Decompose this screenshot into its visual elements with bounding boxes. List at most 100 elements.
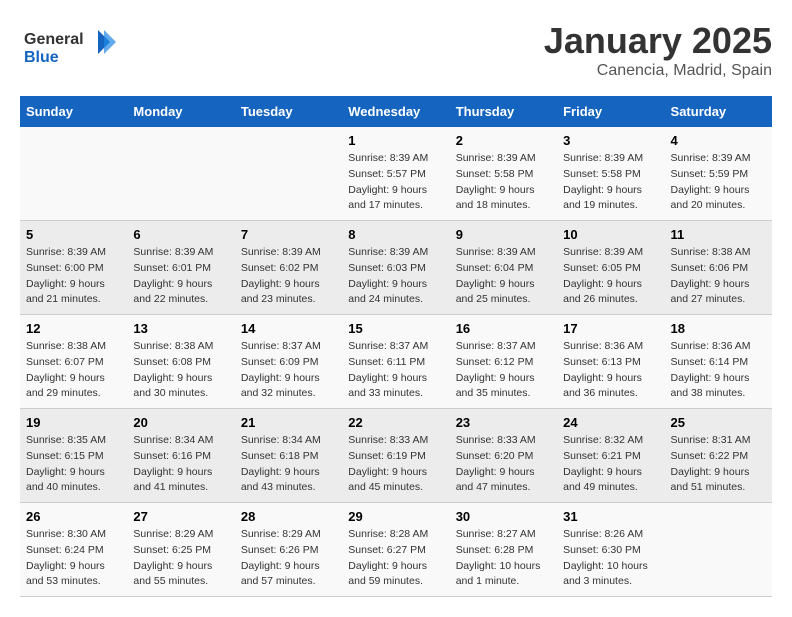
svg-text:General: General — [24, 31, 84, 48]
day-detail: Sunrise: 8:37 AM Sunset: 6:09 PM Dayligh… — [241, 339, 336, 402]
calendar-title-area: January 2025 Canencia, Madrid, Spain — [544, 20, 772, 80]
weekday-header-friday: Friday — [557, 96, 664, 127]
location-title: Canencia, Madrid, Spain — [544, 62, 772, 80]
day-detail: Sunrise: 8:34 AM Sunset: 6:16 PM Dayligh… — [133, 433, 228, 496]
day-number: 14 — [241, 321, 336, 336]
day-detail: Sunrise: 8:32 AM Sunset: 6:21 PM Dayligh… — [563, 433, 658, 496]
day-number: 6 — [133, 227, 228, 242]
calendar-cell: 27 Sunrise: 8:29 AM Sunset: 6:25 PM Dayli… — [127, 503, 234, 597]
calendar-cell: 10 Sunrise: 8:39 AM Sunset: 6:05 PM Dayli… — [557, 221, 664, 315]
calendar-cell: 17 Sunrise: 8:36 AM Sunset: 6:13 PM Dayli… — [557, 315, 664, 409]
day-number: 30 — [456, 509, 551, 524]
calendar-cell — [665, 503, 772, 597]
day-number: 22 — [348, 415, 443, 430]
calendar-cell: 4 Sunrise: 8:39 AM Sunset: 5:59 PM Daylig… — [665, 127, 772, 221]
calendar-cell: 5 Sunrise: 8:39 AM Sunset: 6:00 PM Daylig… — [20, 221, 127, 315]
day-detail: Sunrise: 8:28 AM Sunset: 6:27 PM Dayligh… — [348, 527, 443, 590]
svg-text:Blue: Blue — [24, 49, 59, 66]
day-detail: Sunrise: 8:38 AM Sunset: 6:07 PM Dayligh… — [26, 339, 121, 402]
day-number: 26 — [26, 509, 121, 524]
day-detail: Sunrise: 8:29 AM Sunset: 6:26 PM Dayligh… — [241, 527, 336, 590]
day-number: 31 — [563, 509, 658, 524]
calendar-cell: 2 Sunrise: 8:39 AM Sunset: 5:58 PM Daylig… — [450, 127, 557, 221]
day-detail: Sunrise: 8:30 AM Sunset: 6:24 PM Dayligh… — [26, 527, 121, 590]
logo: General Blue — [20, 20, 120, 75]
day-detail: Sunrise: 8:39 AM Sunset: 6:00 PM Dayligh… — [26, 245, 121, 308]
day-number: 27 — [133, 509, 228, 524]
calendar-cell: 1Sunrise: 8:39 AM Sunset: 5:57 PM Daylig… — [342, 127, 449, 221]
day-number: 18 — [671, 321, 766, 336]
calendar-cell: 21 Sunrise: 8:34 AM Sunset: 6:18 PM Dayli… — [235, 409, 342, 503]
calendar-cell: 16 Sunrise: 8:37 AM Sunset: 6:12 PM Dayli… — [450, 315, 557, 409]
day-number: 20 — [133, 415, 228, 430]
calendar-cell: 31 Sunrise: 8:26 AM Sunset: 6:30 PM Dayli… — [557, 503, 664, 597]
day-detail: Sunrise: 8:39 AM Sunset: 5:57 PM Dayligh… — [348, 151, 443, 214]
day-detail: Sunrise: 8:33 AM Sunset: 6:20 PM Dayligh… — [456, 433, 551, 496]
day-number: 12 — [26, 321, 121, 336]
day-detail: Sunrise: 8:37 AM Sunset: 6:12 PM Dayligh… — [456, 339, 551, 402]
weekday-header-wednesday: Wednesday — [342, 96, 449, 127]
calendar-cell: 14 Sunrise: 8:37 AM Sunset: 6:09 PM Dayli… — [235, 315, 342, 409]
day-number: 7 — [241, 227, 336, 242]
calendar-cell: 30Sunrise: 8:27 AM Sunset: 6:28 PM Dayli… — [450, 503, 557, 597]
day-number: 8 — [348, 227, 443, 242]
day-number: 19 — [26, 415, 121, 430]
calendar-cell: 25 Sunrise: 8:31 AM Sunset: 6:22 PM Dayli… — [665, 409, 772, 503]
day-detail: Sunrise: 8:26 AM Sunset: 6:30 PM Dayligh… — [563, 527, 658, 590]
calendar-week-row: 5 Sunrise: 8:39 AM Sunset: 6:00 PM Daylig… — [20, 221, 772, 315]
logo-icon: General Blue — [20, 20, 120, 70]
day-number: 2 — [456, 133, 551, 148]
day-number: 28 — [241, 509, 336, 524]
month-title: January 2025 — [544, 20, 772, 62]
calendar-cell: 28 Sunrise: 8:29 AM Sunset: 6:26 PM Dayli… — [235, 503, 342, 597]
calendar-cell: 15Sunrise: 8:37 AM Sunset: 6:11 PM Dayli… — [342, 315, 449, 409]
day-detail: Sunrise: 8:39 AM Sunset: 6:03 PM Dayligh… — [348, 245, 443, 308]
day-number: 10 — [563, 227, 658, 242]
weekday-header-sunday: Sunday — [20, 96, 127, 127]
calendar-week-row: 19Sunrise: 8:35 AM Sunset: 6:15 PM Dayli… — [20, 409, 772, 503]
day-detail: Sunrise: 8:39 AM Sunset: 5:58 PM Dayligh… — [563, 151, 658, 214]
day-detail: Sunrise: 8:33 AM Sunset: 6:19 PM Dayligh… — [348, 433, 443, 496]
day-detail: Sunrise: 8:39 AM Sunset: 6:05 PM Dayligh… — [563, 245, 658, 308]
calendar-cell: 26 Sunrise: 8:30 AM Sunset: 6:24 PM Dayli… — [20, 503, 127, 597]
calendar-cell — [20, 127, 127, 221]
day-number: 5 — [26, 227, 121, 242]
day-number: 15 — [348, 321, 443, 336]
day-detail: Sunrise: 8:34 AM Sunset: 6:18 PM Dayligh… — [241, 433, 336, 496]
day-number: 11 — [671, 227, 766, 242]
day-detail: Sunrise: 8:38 AM Sunset: 6:06 PM Dayligh… — [671, 245, 766, 308]
calendar-week-row: 12 Sunrise: 8:38 AM Sunset: 6:07 PM Dayli… — [20, 315, 772, 409]
calendar-cell: 19Sunrise: 8:35 AM Sunset: 6:15 PM Dayli… — [20, 409, 127, 503]
calendar-cell: 20 Sunrise: 8:34 AM Sunset: 6:16 PM Dayli… — [127, 409, 234, 503]
weekday-header-thursday: Thursday — [450, 96, 557, 127]
day-detail: Sunrise: 8:39 AM Sunset: 6:04 PM Dayligh… — [456, 245, 551, 308]
calendar-cell: 9 Sunrise: 8:39 AM Sunset: 6:04 PM Daylig… — [450, 221, 557, 315]
day-number: 29 — [348, 509, 443, 524]
day-detail: Sunrise: 8:39 AM Sunset: 5:59 PM Dayligh… — [671, 151, 766, 214]
calendar-cell: 24Sunrise: 8:32 AM Sunset: 6:21 PM Dayli… — [557, 409, 664, 503]
weekday-header-tuesday: Tuesday — [235, 96, 342, 127]
day-number: 4 — [671, 133, 766, 148]
day-number: 21 — [241, 415, 336, 430]
day-number: 3 — [563, 133, 658, 148]
day-number: 16 — [456, 321, 551, 336]
calendar-cell — [127, 127, 234, 221]
calendar-cell: 11 Sunrise: 8:38 AM Sunset: 6:06 PM Dayli… — [665, 221, 772, 315]
day-number: 25 — [671, 415, 766, 430]
weekday-header-monday: Monday — [127, 96, 234, 127]
weekday-header-saturday: Saturday — [665, 96, 772, 127]
day-number: 17 — [563, 321, 658, 336]
day-detail: Sunrise: 8:39 AM Sunset: 6:02 PM Dayligh… — [241, 245, 336, 308]
day-detail: Sunrise: 8:29 AM Sunset: 6:25 PM Dayligh… — [133, 527, 228, 590]
page-header: General Blue January 2025 Canencia, Madr… — [20, 20, 772, 80]
logo-wordmark: General Blue — [20, 20, 120, 75]
calendar-week-row: 1Sunrise: 8:39 AM Sunset: 5:57 PM Daylig… — [20, 127, 772, 221]
calendar-cell: 8 Sunrise: 8:39 AM Sunset: 6:03 PM Daylig… — [342, 221, 449, 315]
calendar-cell: 23Sunrise: 8:33 AM Sunset: 6:20 PM Dayli… — [450, 409, 557, 503]
weekday-header-row: SundayMondayTuesdayWednesdayThursdayFrid… — [20, 96, 772, 127]
day-detail: Sunrise: 8:31 AM Sunset: 6:22 PM Dayligh… — [671, 433, 766, 496]
day-number: 9 — [456, 227, 551, 242]
day-detail: Sunrise: 8:36 AM Sunset: 6:13 PM Dayligh… — [563, 339, 658, 402]
day-detail: Sunrise: 8:39 AM Sunset: 5:58 PM Dayligh… — [456, 151, 551, 214]
calendar-cell: 22 Sunrise: 8:33 AM Sunset: 6:19 PM Dayli… — [342, 409, 449, 503]
